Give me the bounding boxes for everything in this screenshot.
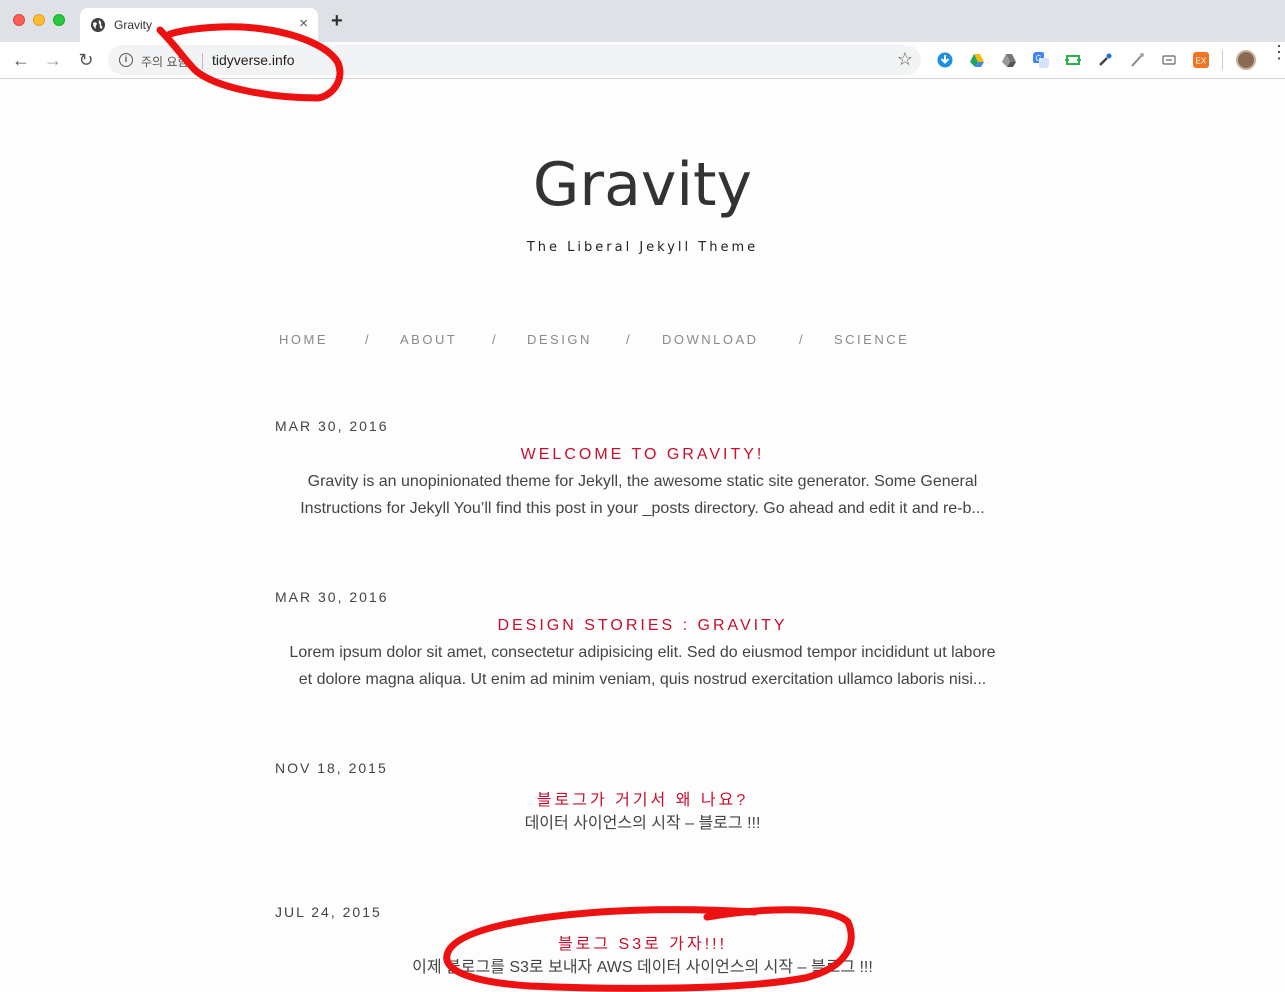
excerpt-line: et dolore magna aliqua. Ut enim ad minim… bbox=[298, 671, 987, 688]
post-date: NOV 18, 2015 bbox=[275, 760, 388, 776]
reader-icon[interactable] bbox=[1161, 52, 1177, 68]
post-date: MAR 30, 2016 bbox=[275, 589, 389, 605]
site-subtitle: The Liberal Jekyll Theme bbox=[526, 240, 759, 255]
site-title[interactable]: Gravity bbox=[0, 150, 1285, 220]
back-arrow-icon[interactable]: ← bbox=[10, 50, 32, 72]
post-title[interactable]: 블로그가 거기서 왜 나요? bbox=[0, 786, 1285, 810]
screen-capture-icon[interactable] bbox=[1065, 52, 1081, 68]
minimize-window-button[interactable] bbox=[33, 14, 45, 26]
browser-toolbar: ← → ↻ i 주의 요함 tidyverse.info ☆ bbox=[0, 42, 1285, 79]
excerpt-line: Instructions for Jekyll You’ll find this… bbox=[300, 500, 985, 517]
excerpt-line: Gravity is an unopinionated theme for Je… bbox=[307, 473, 978, 490]
eyedropper-icon[interactable] bbox=[1097, 52, 1113, 68]
profile-avatar[interactable] bbox=[1236, 50, 1256, 70]
svg-text:EX: EX bbox=[1196, 57, 1207, 66]
nav-download[interactable]: DOWNLOAD bbox=[662, 332, 759, 347]
post-excerpt: Gravity is an unopinionated theme for Je… bbox=[270, 468, 1015, 522]
post-title[interactable]: DESIGN STORIES : GRAVITY bbox=[0, 617, 1285, 635]
insecure-label[interactable]: 주의 요함 bbox=[141, 53, 189, 70]
nav-about[interactable]: ABOUT bbox=[400, 332, 457, 347]
globe-icon bbox=[91, 18, 105, 32]
nav-separator: / bbox=[799, 332, 803, 347]
drive-gray-icon[interactable] bbox=[1001, 52, 1017, 68]
post-date: MAR 30, 2016 bbox=[275, 418, 389, 434]
zoom-window-button[interactable] bbox=[53, 14, 65, 26]
post-excerpt: Lorem ipsum dolor sit amet, consectetur … bbox=[270, 639, 1015, 693]
new-tab-button[interactable]: + bbox=[331, 11, 343, 31]
browser-menu-icon[interactable]: ⋮ bbox=[1270, 43, 1285, 61]
excerpt-line: Lorem ipsum dolor sit amet, consectetur … bbox=[289, 644, 996, 661]
nav-separator: / bbox=[492, 332, 496, 347]
translate-icon[interactable]: G bbox=[1033, 52, 1049, 68]
nav-design[interactable]: DESIGN bbox=[527, 332, 592, 347]
brush-icon[interactable] bbox=[1129, 52, 1145, 68]
nav-separator: / bbox=[365, 332, 369, 347]
google-drive-icon[interactable] bbox=[969, 52, 985, 68]
address-bar[interactable]: i 주의 요함 tidyverse.info ☆ bbox=[108, 45, 921, 75]
post-excerpt: 이제 블로그를 S3로 보내자 AWS 데이터 사이언스의 시작 – 블로그 !… bbox=[270, 954, 1015, 981]
info-icon[interactable]: i bbox=[119, 53, 133, 67]
download-extension-icon[interactable] bbox=[937, 52, 953, 68]
browser-tab-strip: Gravity × + bbox=[0, 0, 1285, 42]
svg-text:G: G bbox=[1036, 54, 1042, 63]
forward-arrow-icon[interactable]: → bbox=[42, 50, 64, 72]
reload-icon[interactable]: ↻ bbox=[75, 50, 97, 72]
excerpt-line: 이제 블로그를 S3로 보내자 AWS 데이터 사이언스의 시작 – 블로그 !… bbox=[412, 959, 873, 976]
orange-extension-icon[interactable]: EX bbox=[1193, 52, 1209, 68]
tab-close-icon[interactable]: × bbox=[299, 15, 308, 33]
post-excerpt: 데이터 사이언스의 시작 – 블로그 !!! bbox=[270, 810, 1015, 837]
address-divider bbox=[202, 53, 203, 69]
nav-separator: / bbox=[626, 332, 630, 347]
post-date: JUL 24, 2015 bbox=[275, 904, 382, 920]
url-text[interactable]: tidyverse.info bbox=[212, 52, 294, 68]
nav-science[interactable]: SCIENCE bbox=[834, 332, 909, 347]
browser-tab[interactable]: Gravity × bbox=[80, 8, 318, 42]
close-window-button[interactable] bbox=[13, 14, 25, 26]
toolbar-divider bbox=[1222, 50, 1223, 70]
post-title[interactable]: 블로그 S3로 가자!!! bbox=[0, 930, 1285, 954]
tab-title: Gravity bbox=[114, 18, 153, 32]
bookmark-star-icon[interactable]: ☆ bbox=[897, 49, 913, 70]
nav-home[interactable]: HOME bbox=[279, 332, 328, 347]
post-title[interactable]: WELCOME TO GRAVITY! bbox=[0, 446, 1285, 464]
excerpt-line: 데이터 사이언스의 시작 – 블로그 !!! bbox=[524, 815, 761, 832]
